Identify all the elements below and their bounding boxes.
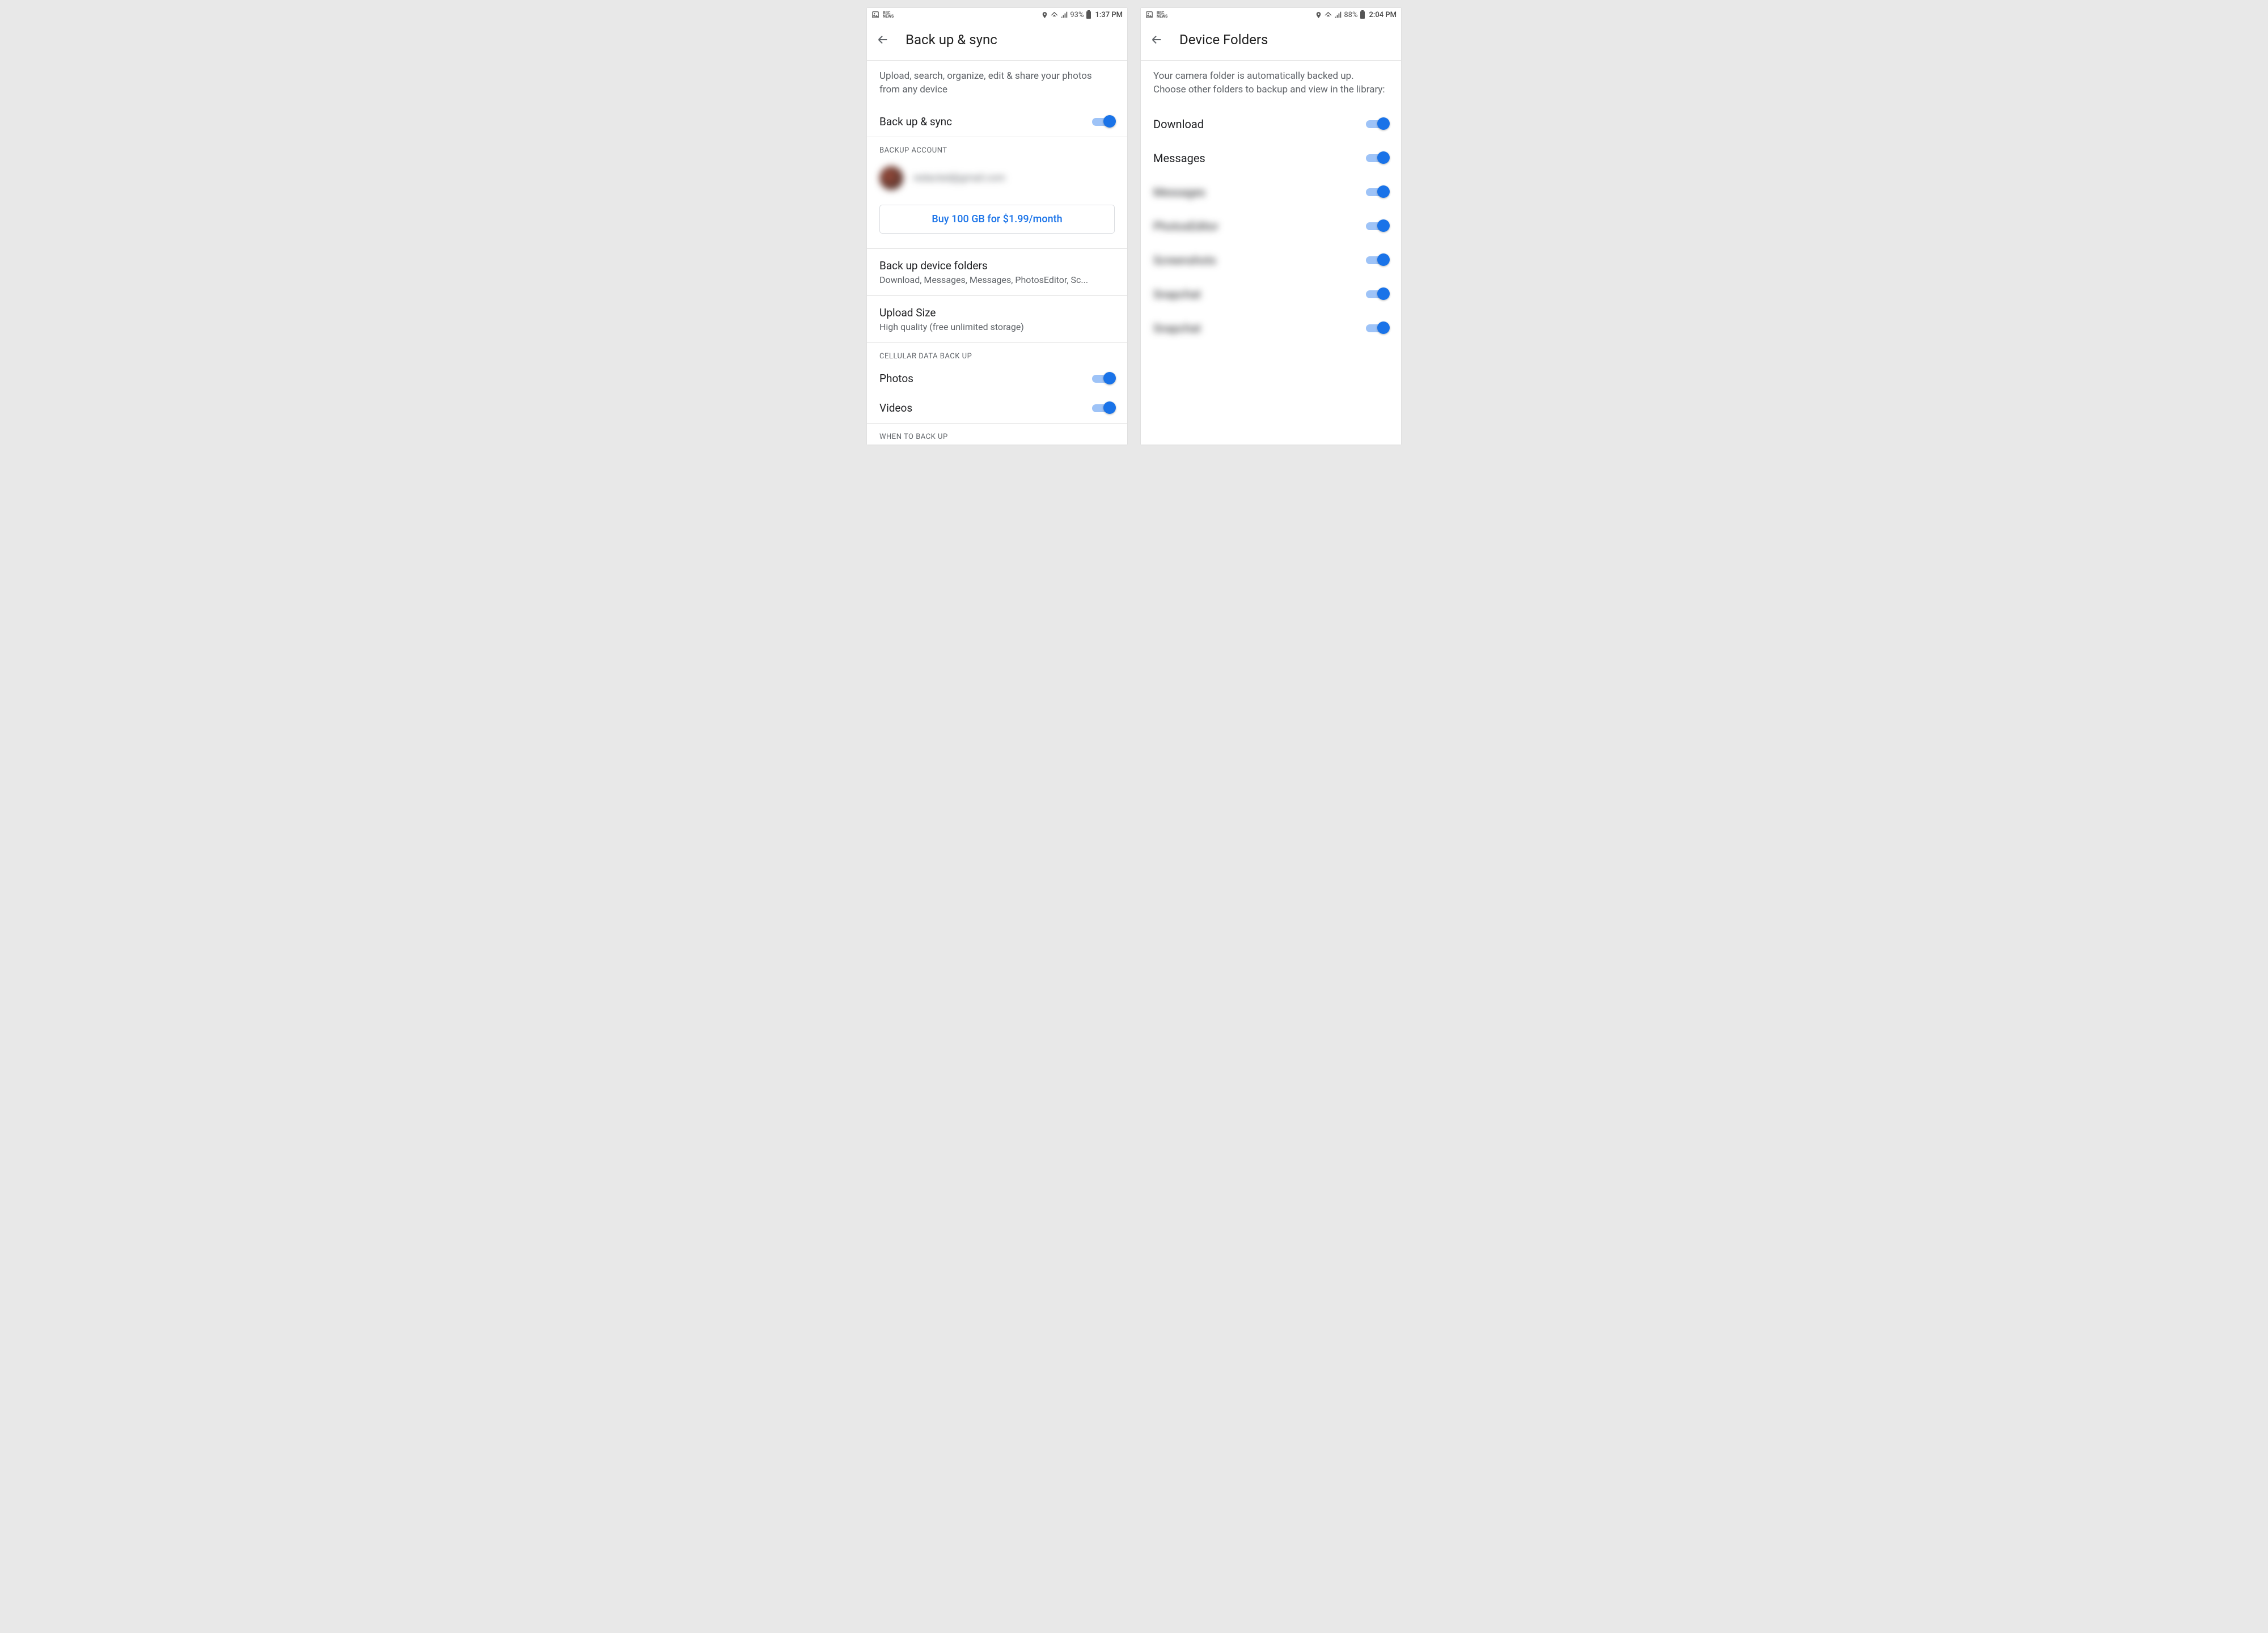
device-folders-subtitle: Download, Messages, Messages, PhotosEdit… [879,274,1115,285]
folders-list: Download Messages Messages PhotosEditor Scre… [1141,107,1401,345]
backup-sync-label: Back up & sync [879,115,952,128]
photos-app-icon [1145,11,1153,19]
news-app-icon: BBCNEWS [883,11,894,19]
folder-switch[interactable] [1366,219,1389,233]
page-title: Back up & sync [905,32,997,48]
when-header: WHEN TO BACK UP [867,424,1127,445]
folder-label: Screenshots [1153,253,1216,267]
status-bar: BBCNEWS 88% 2:04 PM [1141,8,1401,22]
cellular-photos-row[interactable]: Photos [867,364,1127,394]
folder-switch[interactable] [1366,253,1389,267]
wifi-icon [1050,11,1059,19]
avatar [879,166,903,190]
title-bar: Device Folders [1141,22,1401,61]
folder-row[interactable]: Snapchat [1141,277,1401,311]
folder-label: Snapchat [1153,287,1201,301]
folder-switch[interactable] [1366,185,1389,199]
folder-label: Messages [1153,185,1205,199]
upload-size-row[interactable]: Upload Size High quality (free unlimited… [867,296,1127,343]
folder-switch[interactable] [1366,321,1389,335]
page-title: Device Folders [1179,32,1268,48]
buy-storage-button[interactable]: Buy 100 GB for $1.99/month [879,205,1115,234]
battery-icon [1086,10,1091,19]
phone-left: BBCNEWS 93% 1:37 PM Back up & sync Up [867,8,1127,445]
backup-sync-switch[interactable] [1092,115,1115,129]
backup-sync-toggle-row[interactable]: Back up & sync [867,107,1127,137]
cellular-videos-row[interactable]: Videos [867,394,1127,423]
location-icon [1315,11,1322,19]
cellular-photos-label: Photos [879,372,913,385]
backup-account-header: BACKUP ACCOUNT [867,137,1127,158]
cellular-header: CELLULAR DATA BACK UP [867,343,1127,364]
folder-row[interactable]: Screenshots [1141,243,1401,277]
device-folders-row[interactable]: Back up device folders Download, Message… [867,249,1127,296]
folder-row[interactable]: PhotosEditor [1141,209,1401,243]
cellular-section: CELLULAR DATA BACK UP Photos Videos [867,343,1127,424]
device-folders-title: Back up device folders [879,259,1115,272]
back-arrow-icon[interactable] [1150,33,1163,46]
phone-right: BBCNEWS 88% 2:04 PM Device Folders Your … [1141,8,1401,445]
folder-row[interactable]: Messages [1141,141,1401,175]
battery-pct: 88% [1344,11,1357,19]
cellular-videos-label: Videos [879,401,912,414]
signal-icon [1060,11,1068,19]
account-row[interactable]: redacted@gmail.com [867,158,1127,194]
signal-icon [1334,11,1342,19]
folder-row[interactable]: Snapchat [1141,311,1401,345]
battery-icon [1360,10,1365,19]
upload-size-subtitle: High quality (free unlimited storage) [879,321,1115,332]
upload-size-title: Upload Size [879,306,1115,319]
folder-switch[interactable] [1366,117,1389,131]
back-arrow-icon[interactable] [876,33,890,46]
wifi-icon [1324,11,1332,19]
intro-text: Upload, search, organize, edit & share y… [867,61,1127,107]
cellular-photos-switch[interactable] [1092,372,1115,386]
clock-text: 2:04 PM [1369,11,1397,19]
cellular-videos-switch[interactable] [1092,401,1115,415]
folder-row[interactable]: Download [1141,107,1401,141]
folder-label: Download [1153,117,1204,131]
folder-switch[interactable] [1366,287,1389,301]
folder-label: Messages [1153,151,1205,165]
folder-label: PhotosEditor [1153,219,1218,233]
intro-section: Upload, search, organize, edit & share y… [867,61,1127,137]
status-bar: BBCNEWS 93% 1:37 PM [867,8,1127,22]
news-app-icon: BBCNEWS [1157,11,1167,19]
folder-label: Snapchat [1153,321,1201,335]
folder-switch[interactable] [1366,151,1389,165]
folder-row[interactable]: Messages [1141,175,1401,209]
title-bar: Back up & sync [867,22,1127,61]
intro-text: Your camera folder is automatically back… [1141,61,1401,107]
location-icon [1041,11,1048,19]
clock-text: 1:37 PM [1095,11,1123,19]
backup-account-section: BACKUP ACCOUNT redacted@gmail.com Buy 10… [867,137,1127,249]
photos-app-icon [871,11,879,19]
account-email: redacted@gmail.com [913,172,1005,184]
battery-pct: 93% [1070,11,1084,19]
